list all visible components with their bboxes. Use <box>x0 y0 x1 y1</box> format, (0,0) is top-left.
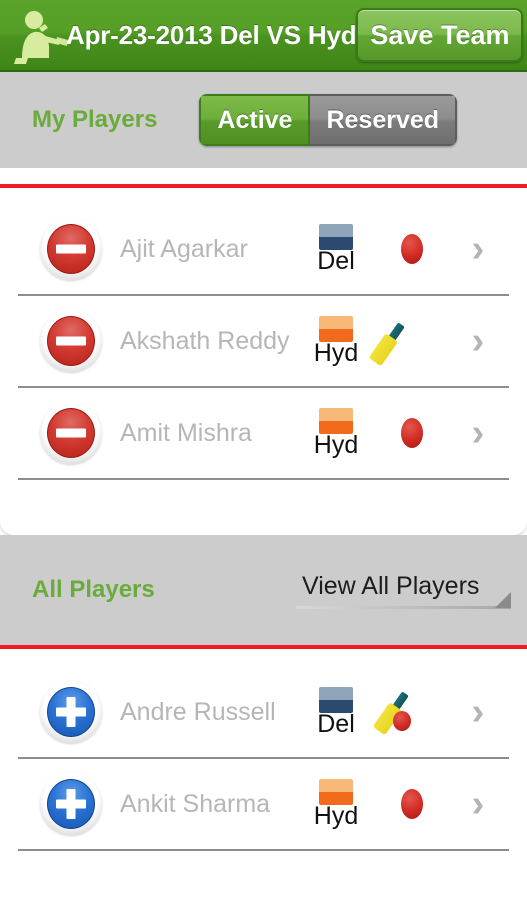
team-badge: Hyd <box>299 407 373 459</box>
title-bar: Apr-23-2013 Del VS Hyd Save Team <box>0 0 527 72</box>
cricket-ball-icon <box>377 222 447 276</box>
batsman-icon <box>8 6 70 64</box>
del-flag-icon <box>319 686 353 713</box>
my-players-list: Ajit Agarkar Del › Akshath Reddy Hyd › A… <box>0 188 527 535</box>
team-name: Del <box>317 709 355 738</box>
player-name: Ankit Sharma <box>120 789 271 818</box>
my-players-header: My Players Active Reserved <box>0 72 527 168</box>
save-team-button[interactable]: Save Team <box>356 8 524 62</box>
team-name: Hyd <box>313 801 359 830</box>
dropdown-underline <box>296 605 511 609</box>
team-badge: Del <box>299 223 373 275</box>
table-row[interactable]: Amit Mishra Hyd › <box>18 388 509 480</box>
cricket-ball-icon <box>377 406 447 460</box>
table-row[interactable]: Andre Russell Del › <box>18 667 509 759</box>
cricket-ball-icon <box>377 777 447 831</box>
cricket-bat-icon <box>368 314 447 368</box>
minus-circle-icon[interactable] <box>40 218 102 280</box>
chevron-right-icon[interactable]: › <box>447 693 509 731</box>
tab-reserved[interactable]: Reserved <box>310 94 458 146</box>
chevron-down-icon <box>495 591 511 608</box>
hyd-flag-icon <box>319 315 353 342</box>
chevron-right-icon[interactable]: › <box>447 414 509 452</box>
all-players-list: Andre Russell Del › Ankit Sharma Hyd › <box>0 649 527 900</box>
team-name: Hyd <box>313 430 359 459</box>
table-row[interactable]: Ajit Agarkar Del › <box>18 204 509 296</box>
page-title: Apr-23-2013 Del VS Hyd <box>66 19 357 50</box>
view-all-players-label: View All Players <box>302 571 480 600</box>
hyd-flag-icon <box>319 407 353 434</box>
active-reserved-toggle[interactable]: Active Reserved <box>199 94 458 146</box>
chevron-right-icon[interactable]: › <box>447 785 509 823</box>
all-players-header: All Players View All Players <box>0 535 527 645</box>
player-name: Amit Mishra <box>120 418 252 447</box>
team-badge: Hyd <box>299 315 373 367</box>
team-badge: Hyd <box>299 778 373 830</box>
player-name: Akshath Reddy <box>120 326 290 355</box>
table-row[interactable]: Akshath Reddy Hyd › <box>18 296 509 388</box>
team-name: Hyd <box>313 338 359 367</box>
player-name: Andre Russell <box>120 697 276 726</box>
minus-circle-icon[interactable] <box>40 402 102 464</box>
player-name: Ajit Agarkar <box>120 234 248 263</box>
table-row[interactable]: Ankit Sharma Hyd › <box>18 759 509 851</box>
del-flag-icon <box>319 223 353 250</box>
plus-circle-icon[interactable] <box>40 773 102 835</box>
minus-circle-icon[interactable] <box>40 310 102 372</box>
chevron-right-icon[interactable]: › <box>447 322 509 360</box>
hyd-flag-icon <box>319 778 353 805</box>
app-root: Apr-23-2013 Del VS Hyd Save Team My Play… <box>0 0 527 900</box>
my-players-label: My Players <box>32 106 158 133</box>
view-all-players-dropdown[interactable]: View All Players <box>296 570 511 611</box>
plus-circle-icon[interactable] <box>40 681 102 743</box>
team-badge: Del <box>299 686 373 738</box>
bat-and-ball-icon <box>372 685 447 739</box>
team-name: Del <box>317 246 355 275</box>
chevron-right-icon[interactable]: › <box>447 230 509 268</box>
all-players-label: All Players <box>32 576 155 603</box>
tab-active[interactable]: Active <box>199 94 311 146</box>
